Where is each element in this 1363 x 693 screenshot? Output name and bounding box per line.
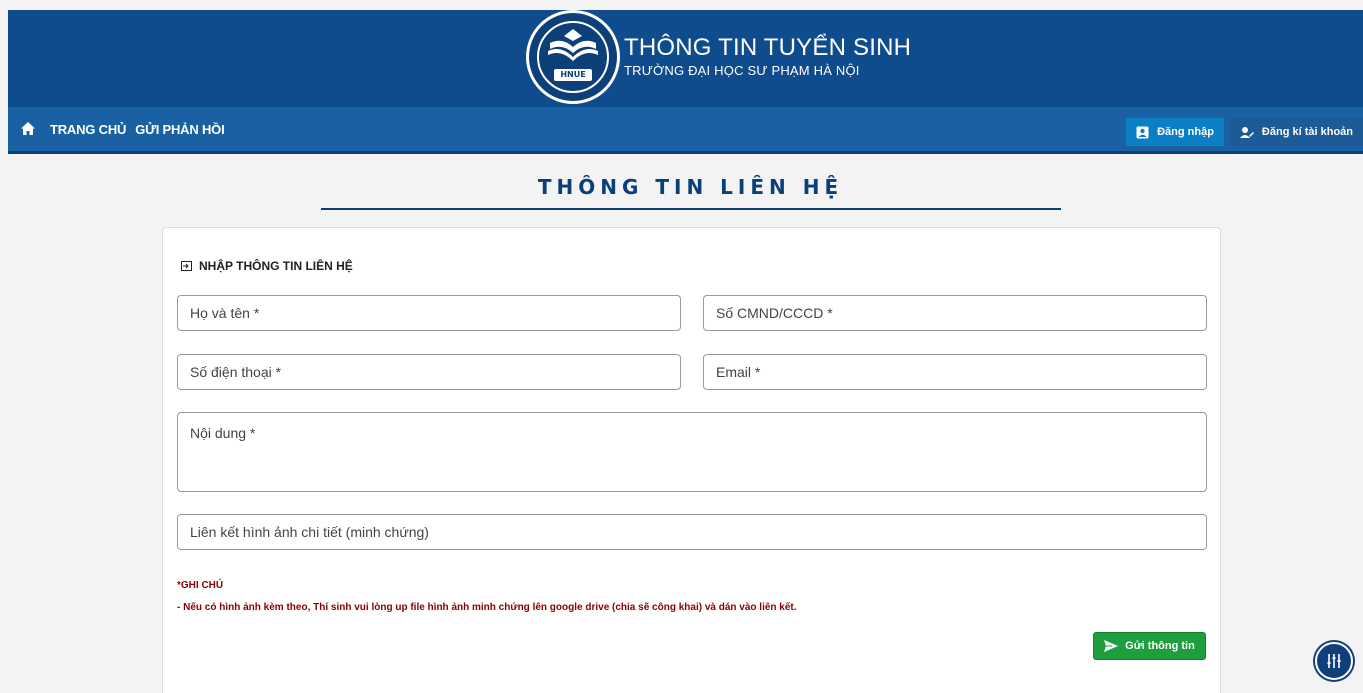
register-button[interactable]: Đăng kí tài khoản <box>1229 118 1363 146</box>
login-button[interactable]: Đăng nhập <box>1126 118 1224 146</box>
send-icon <box>1104 640 1119 652</box>
section-title: NHẬP THÔNG TIN LIÊN HỆ <box>199 259 353 273</box>
contact-form-card: NHẬP THÔNG TIN LIÊN HỆ Họ và tên * Số CM… <box>162 227 1221 693</box>
evidence-link-input[interactable]: Liên kết hình ảnh chi tiết (minh chứng) <box>177 514 1207 550</box>
home-icon[interactable] <box>20 121 36 137</box>
email-input[interactable]: Email * <box>703 354 1207 390</box>
full-name-input[interactable]: Họ và tên * <box>177 295 681 331</box>
id-number-input[interactable]: Số CMND/CCCD * <box>703 295 1207 331</box>
user-edit-icon <box>1239 126 1254 139</box>
register-label: Đăng kí tài khoản <box>1261 126 1353 138</box>
site-subtitle: TRƯỜNG ĐẠI HỌC SƯ PHẠM HÀ NỘI <box>624 63 860 78</box>
site-logo[interactable]: HNUE THÔNG TIN TUYỂN SINH TRƯỜNG ĐẠI HỌC… <box>526 10 911 104</box>
sign-in-icon <box>181 261 192 271</box>
logo-emblem: HNUE <box>526 10 620 104</box>
nav-link-feedback[interactable]: GỬI PHẢN HỒI <box>135 122 224 137</box>
site-title: THÔNG TIN TUYỂN SINH <box>624 34 912 61</box>
submit-button[interactable]: Gửi thông tin <box>1093 632 1206 660</box>
header-banner: HNUE THÔNG TIN TUYỂN SINH TRƯỜNG ĐẠI HỌC… <box>8 10 1363 107</box>
logo-badge-text: HNUE <box>560 70 586 79</box>
note-title: *GHI CHÚ <box>177 580 224 591</box>
submit-label: Gửi thông tin <box>1125 640 1195 652</box>
top-nav: TRANG CHỦ GỬI PHẢN HỒI Đăng nhập Đăng kí… <box>8 107 1363 154</box>
phone-input[interactable]: Số điện thoại * <box>177 354 681 390</box>
nav-link-home[interactable]: TRANG CHỦ <box>50 122 126 137</box>
open-book-icon <box>548 29 598 61</box>
title-underline <box>321 208 1061 210</box>
page-title: THÔNG TIN LIÊN HỆ <box>537 175 844 199</box>
login-label: Đăng nhập <box>1157 126 1214 138</box>
user-card-icon <box>1136 126 1149 139</box>
floating-settings-button[interactable] <box>1315 642 1353 680</box>
section-heading: NHẬP THÔNG TIN LIÊN HỆ <box>181 259 353 273</box>
note-text: - Nếu có hình ảnh kèm theo, Thí sinh vui… <box>177 602 797 613</box>
content-textarea[interactable]: Nội dung * <box>177 412 1207 492</box>
sliders-icon <box>1327 654 1341 668</box>
